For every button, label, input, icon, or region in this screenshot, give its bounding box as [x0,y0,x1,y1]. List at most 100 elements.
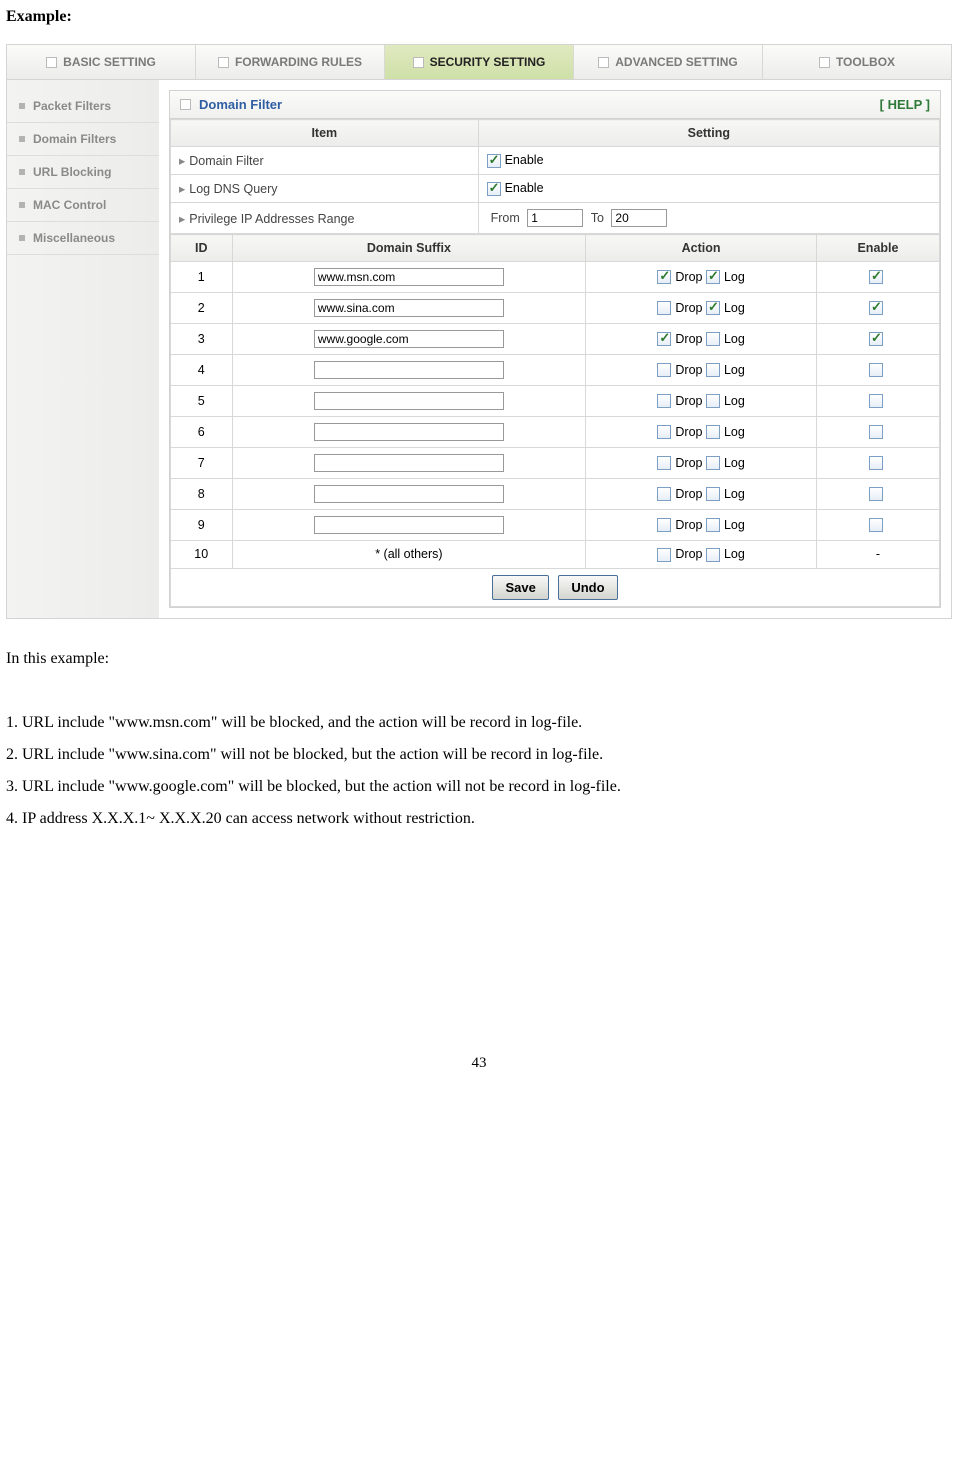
table-row: 9Drop Log [171,510,940,541]
table-row: 4Drop Log [171,355,940,386]
domain-input[interactable] [314,330,504,348]
panel-title: Domain Filter [180,97,282,112]
drop-checkbox[interactable] [657,487,671,501]
log-checkbox[interactable] [706,518,720,532]
domain-input[interactable] [314,361,504,379]
domain-input[interactable] [314,423,504,441]
col-domain-header: Domain Suffix [232,235,586,262]
content-area: Domain Filter [ HELP ] Item Setting ▸Dom… [159,80,951,618]
enable-checkbox[interactable] [869,363,883,377]
table-row: 7Drop Log [171,448,940,479]
sidebar-item-domain-filters[interactable]: Domain Filters [7,123,159,156]
row-id: 5 [171,386,233,417]
undo-button[interactable]: Undo [558,575,617,600]
drop-checkbox[interactable] [657,270,671,284]
row-id: 4 [171,355,233,386]
drop-label: Drop [675,332,702,346]
drop-checkbox[interactable] [657,301,671,315]
item-label: Log DNS Query [189,182,277,196]
domain-input[interactable] [314,485,504,503]
row-privilege-ip: ▸Privilege IP Addresses Range From To [171,203,940,234]
settings-table: Item Setting ▸Domain Filter Enable ▸Log … [170,119,940,234]
enable-checkbox[interactable] [869,518,883,532]
sidebar-item-label: Miscellaneous [33,231,115,245]
drop-checkbox[interactable] [657,518,671,532]
drop-label: Drop [675,301,702,315]
tab-label: FORWARDING RULES [235,55,362,69]
tab-icon [218,57,229,68]
sidebar-item-label: MAC Control [33,198,106,212]
drop-checkbox[interactable] [657,456,671,470]
drop-label: Drop [675,547,702,561]
drop-checkbox[interactable] [657,332,671,346]
enable-checkbox[interactable] [869,301,883,315]
table-row: 5Drop Log [171,386,940,417]
log-label: Log [724,518,745,532]
sidebar-item-miscellaneous[interactable]: Miscellaneous [7,222,159,255]
enable-checkbox[interactable] [869,487,883,501]
sidebar-item-url-blocking[interactable]: URL Blocking [7,156,159,189]
domain-input[interactable] [314,299,504,317]
drop-label: Drop [675,363,702,377]
log-checkbox[interactable] [706,332,720,346]
log-checkbox[interactable] [706,425,720,439]
domain-input[interactable] [314,392,504,410]
log-checkbox[interactable] [706,363,720,377]
log-checkbox[interactable] [706,456,720,470]
bullet-icon [19,202,25,208]
sidebar-item-label: Packet Filters [33,99,111,113]
col-item-header: Item [171,120,479,147]
domain-input[interactable] [314,454,504,472]
tab-toolbox[interactable]: TOOLBOX [763,45,951,79]
bullet-icon [19,136,25,142]
domain-list-table: ID Domain Suffix Action Enable 1Drop Log… [170,234,940,607]
sidebar-item-packet-filters[interactable]: Packet Filters [7,90,159,123]
domain-input[interactable] [314,516,504,534]
from-label: From [491,211,520,225]
app-frame: BASIC SETTING FORWARDING RULES SECURITY … [6,44,952,619]
button-bar: Save Undo [171,568,940,606]
drop-checkbox[interactable] [657,548,671,562]
tab-advanced-setting[interactable]: ADVANCED SETTING [574,45,763,79]
log-label: Log [724,394,745,408]
bullet-icon [19,235,25,241]
tab-security-setting[interactable]: SECURITY SETTING [385,45,574,79]
enable-checkbox[interactable] [869,456,883,470]
domain-filter-enable-checkbox[interactable] [487,154,501,168]
row-id: 10 [171,541,233,569]
log-dns-enable-checkbox[interactable] [487,182,501,196]
log-label: Log [724,456,745,470]
enable-checkbox[interactable] [869,270,883,284]
enable-label: Enable [505,181,544,195]
privilege-to-input[interactable] [611,209,667,227]
tab-icon [598,57,609,68]
enable-checkbox[interactable] [869,425,883,439]
log-checkbox[interactable] [706,270,720,284]
save-button[interactable]: Save [492,575,548,600]
tab-icon [46,57,57,68]
domain-input[interactable] [314,268,504,286]
bullet-icon [19,169,25,175]
log-checkbox[interactable] [706,301,720,315]
log-checkbox[interactable] [706,548,720,562]
to-label: To [591,211,604,225]
drop-label: Drop [675,425,702,439]
row-id: 2 [171,293,233,324]
enable-checkbox[interactable] [869,394,883,408]
log-checkbox[interactable] [706,487,720,501]
help-link[interactable]: [ HELP ] [880,97,930,112]
privilege-from-input[interactable] [527,209,583,227]
tab-basic-setting[interactable]: BASIC SETTING [7,45,196,79]
col-enable-header: Enable [816,235,939,262]
col-id-header: ID [171,235,233,262]
tab-forwarding-rules[interactable]: FORWARDING RULES [196,45,385,79]
drop-checkbox[interactable] [657,363,671,377]
log-checkbox[interactable] [706,394,720,408]
tab-label: SECURITY SETTING [430,55,546,69]
drop-checkbox[interactable] [657,394,671,408]
tab-icon [819,57,830,68]
drop-checkbox[interactable] [657,425,671,439]
log-label: Log [724,332,745,346]
enable-checkbox[interactable] [869,332,883,346]
sidebar-item-mac-control[interactable]: MAC Control [7,189,159,222]
